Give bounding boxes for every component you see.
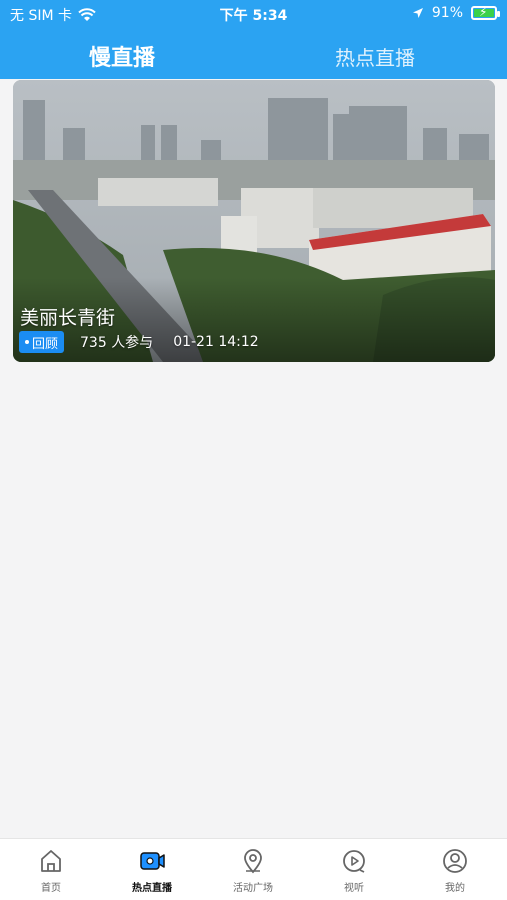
status-bar: 无 SIM 卡 下午 5:34 91% ⚡ xyxy=(0,0,507,28)
badge-dot-icon xyxy=(25,340,29,344)
stream-time: 01-21 14:12 xyxy=(173,334,259,350)
replay-badge: 回顾 xyxy=(19,331,65,353)
app: 无 SIM 卡 下午 5:34 91% ⚡ 慢直播 热点直播 美丽长青街 回顾 … xyxy=(0,0,507,900)
battery-icon: ⚡ xyxy=(471,5,500,20)
participants-count: 735 人参与 xyxy=(80,335,154,351)
status-right: 91% ⚡ xyxy=(412,5,500,21)
nav-mine[interactable]: 我的 xyxy=(415,847,495,894)
nav-mine-label: 我的 xyxy=(445,883,465,894)
replay-badge-label: 回顾 xyxy=(32,336,59,352)
user-icon xyxy=(443,849,467,873)
live-card[interactable]: 美丽长青街 回顾 735 人参与 01-21 14:12 xyxy=(13,80,495,362)
card-title: 美丽长青街 xyxy=(20,307,116,329)
live-tabs: 慢直播 热点直播 xyxy=(0,36,507,76)
nav-audio-visual[interactable]: 视听 xyxy=(314,847,394,894)
header: 无 SIM 卡 下午 5:34 91% ⚡ 慢直播 热点直播 xyxy=(0,0,507,79)
battery-percent: 91% xyxy=(431,5,463,21)
nav-home-label: 首页 xyxy=(41,883,61,894)
live-camera-icon xyxy=(140,852,165,870)
nav-activity-label: 活动广场 xyxy=(233,883,273,894)
location-pin-icon xyxy=(244,849,262,874)
tab-slow-live[interactable]: 慢直播 xyxy=(42,36,202,76)
tab-hot-live[interactable]: 热点直播 xyxy=(295,36,455,76)
nav-activity[interactable]: 活动广场 xyxy=(213,847,293,894)
nav-audio-visual-label: 视听 xyxy=(344,883,364,894)
card-meta: 回顾 735 人参与 01-21 14:12 xyxy=(19,331,259,353)
location-arrow-icon xyxy=(412,8,423,18)
nav-hot-live-label: 热点直播 xyxy=(132,883,172,894)
nav-hot-live[interactable]: 热点直播 xyxy=(112,847,192,894)
nav-home[interactable]: 首页 xyxy=(11,847,91,894)
play-icon xyxy=(343,850,365,873)
bottom-nav: 首页 热点直播 活动广场 视听 我的 xyxy=(0,838,507,900)
home-icon xyxy=(41,850,61,872)
